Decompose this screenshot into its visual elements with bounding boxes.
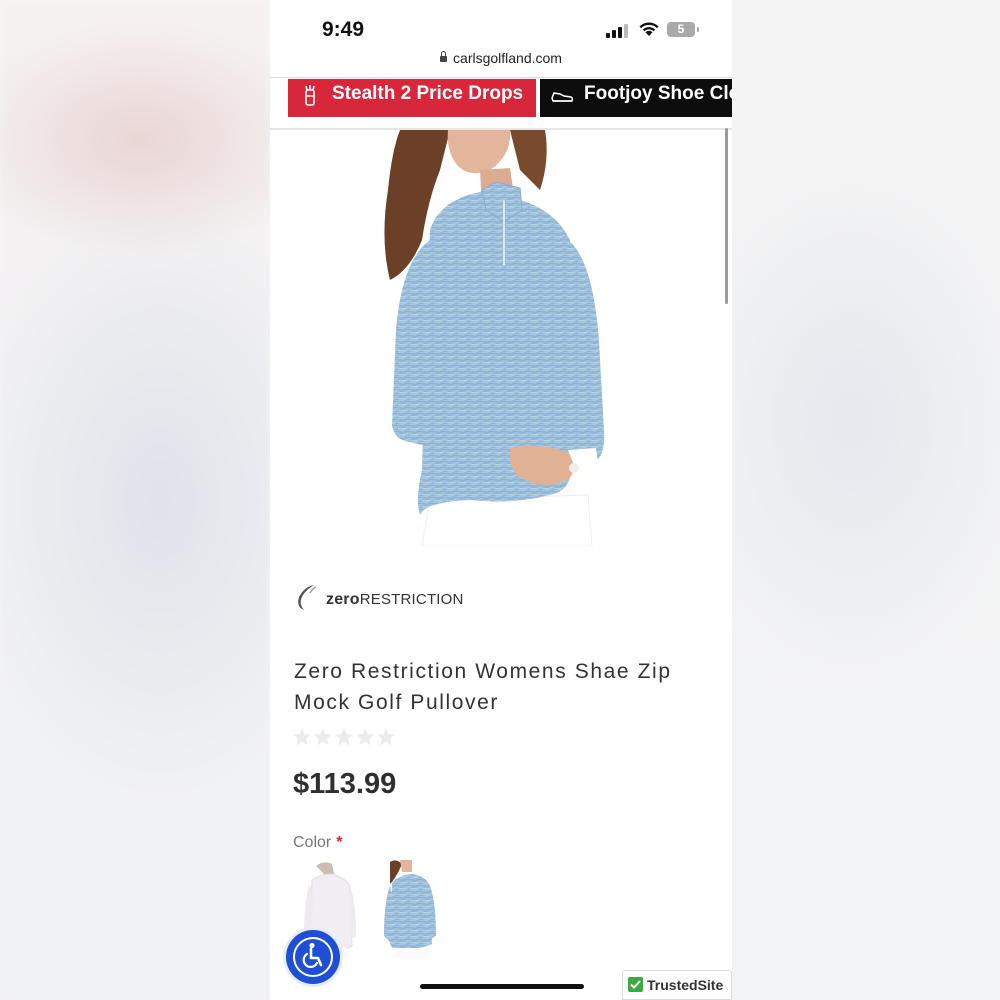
checkmark-icon — [628, 977, 643, 992]
color-swatch-blue[interactable] — [382, 860, 442, 958]
shoe-icon — [551, 92, 574, 102]
golf-bag-icon — [305, 85, 315, 106]
promo-label: Stealth 2 Price Drops — [332, 83, 524, 104]
promo-footjoy-shoe[interactable]: Footjoy Shoe Clo — [540, 79, 732, 117]
brand-name-bold: zero — [326, 591, 360, 608]
cellular-signal-icon — [606, 24, 628, 38]
star-icon — [377, 728, 395, 746]
product-title: Zero Restriction Womens Shae Zip Mock Go… — [294, 660, 672, 714]
promo-carousel: Stealth 2 Price Drops Footjoy Shoe Clo — [288, 79, 732, 117]
status-time: 9:49 — [322, 18, 365, 41]
color-label: Color * — [293, 834, 342, 852]
accessibility-icon — [293, 937, 333, 977]
color-label-text: Color — [293, 834, 332, 851]
background-blur-left — [0, 0, 270, 1000]
address-divider — [270, 77, 732, 78]
product-image[interactable] — [370, 130, 640, 546]
home-indicator[interactable] — [420, 984, 584, 989]
brand-name-rest: RESTRICTION — [359, 591, 464, 608]
trusted-site-badge[interactable]: TrustedSite — [622, 970, 732, 1000]
star-icon — [314, 728, 332, 746]
wifi-icon — [639, 22, 659, 36]
required-marker: * — [336, 834, 343, 851]
brand-swoosh-icon — [298, 585, 317, 610]
brand-logo[interactable]: zeroRESTRICTION — [294, 583, 494, 613]
phone-screen: 9:49 5 carlsgolfland.com Stealth 2 Price… — [270, 0, 732, 1000]
promo-stealth-price-drops[interactable]: Stealth 2 Price Drops — [288, 79, 536, 117]
star-icon — [356, 728, 374, 746]
product-price: $113.99 — [293, 768, 397, 800]
address-bar[interactable]: carlsgolfland.com — [270, 50, 732, 70]
status-bar: 9:49 5 — [270, 0, 732, 48]
background-blur-right — [732, 0, 1000, 1000]
battery-tip — [697, 27, 699, 32]
brand-name: zeroRESTRICTION — [326, 591, 464, 609]
star-icon — [293, 728, 311, 746]
lock-icon — [440, 51, 448, 62]
scrollbar[interactable] — [725, 128, 728, 304]
accessibility-button[interactable] — [286, 930, 340, 984]
trusted-site-label: TrustedSite — [647, 977, 724, 993]
star-rating[interactable] — [292, 727, 402, 751]
promo-label: Footjoy Shoe Clo — [584, 83, 732, 104]
battery-icon: 5 — [667, 22, 695, 37]
star-icon — [335, 728, 353, 746]
url-text: carlsgolfland.com — [453, 50, 562, 66]
